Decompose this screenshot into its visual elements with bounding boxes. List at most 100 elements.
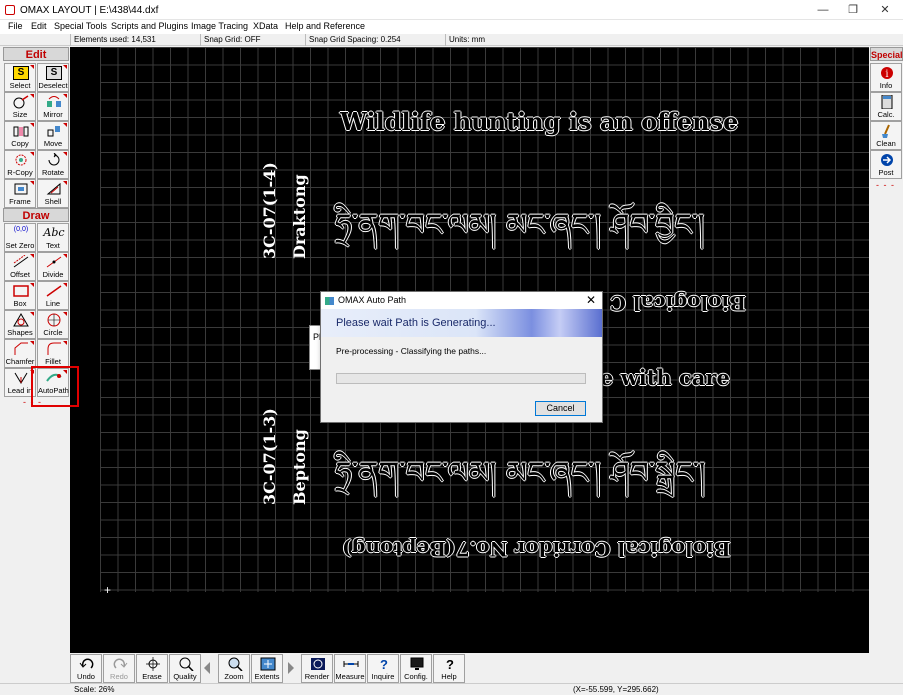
box-tool[interactable]: Box bbox=[4, 281, 36, 310]
bottom-status-bar: Scale: 26% (X=-55.599, Y=295.662) bbox=[0, 683, 903, 695]
mirror-icon bbox=[47, 96, 61, 107]
extents-icon bbox=[260, 657, 276, 671]
offset-tool[interactable]: Offset bbox=[4, 252, 36, 281]
tibetan-text-1: ཧྲི་ནག་བང་ལམ། མང་ཞང་། ཤོབ་བྱིང་། bbox=[335, 208, 705, 243]
tibetan-text-2: ཧྲི་ནག་བང་ལམ། མང་ཞང་། ཤོབ་སྒྲིང་། bbox=[335, 456, 706, 491]
quality-icon bbox=[179, 657, 194, 671]
shapes-tool[interactable]: Shapes bbox=[4, 310, 36, 339]
circle-icon bbox=[47, 313, 61, 327]
text-tool[interactable]: Abc Text bbox=[37, 223, 69, 252]
progress-bar bbox=[336, 373, 586, 384]
redo-button[interactable]: Redo bbox=[103, 654, 135, 683]
rotated-code-1: 3C-07(1-4) bbox=[260, 162, 279, 259]
menu-image-tracing[interactable]: Image Tracing bbox=[191, 21, 248, 31]
rotated-name-1: Draktong bbox=[290, 174, 309, 259]
info-bar: Elements used: 14,531 Snap Grid: OFF Sna… bbox=[0, 34, 903, 46]
calc-tool[interactable]: Calc. bbox=[870, 92, 902, 121]
config-button[interactable]: Config. bbox=[400, 654, 432, 683]
copy-tool[interactable]: Copy bbox=[4, 121, 36, 150]
progress-message: Pre-processing - Classifying the paths..… bbox=[336, 346, 487, 356]
mirrored-text-2: Biological Corridor No.7(Beptong) bbox=[342, 537, 731, 561]
frame-tool[interactable]: Frame bbox=[4, 179, 36, 208]
size-tool[interactable]: Size bbox=[4, 92, 36, 121]
bottom-toolbar: Undo Redo Erase Quality Zoom Extents Ren… bbox=[70, 654, 470, 683]
copy-icon bbox=[13, 126, 29, 137]
line-tool[interactable]: Line bbox=[37, 281, 69, 310]
menu-special-tools[interactable]: Special Tools bbox=[54, 21, 107, 31]
shapes-icon bbox=[13, 313, 29, 327]
rotate-icon bbox=[48, 153, 60, 166]
cursor-coordinates: (X=-55.599, Y=295.662) bbox=[573, 685, 659, 694]
info-tool[interactable]: i Info bbox=[870, 63, 902, 92]
render-button[interactable]: Render bbox=[301, 654, 333, 683]
size-icon bbox=[13, 95, 29, 109]
set-zero-tool[interactable]: (0,0) Set Zero bbox=[4, 223, 36, 252]
menu-edit[interactable]: Edit bbox=[31, 21, 47, 31]
monitor-icon bbox=[410, 657, 424, 670]
mirror-tool[interactable]: Mirror bbox=[37, 92, 69, 121]
menu-file[interactable]: File bbox=[8, 21, 23, 31]
undo-icon bbox=[79, 658, 94, 669]
erase-icon bbox=[146, 657, 160, 671]
shell-icon bbox=[46, 182, 61, 195]
chamfer-icon bbox=[14, 342, 28, 355]
erase-button[interactable]: Erase bbox=[136, 654, 168, 683]
dialog-close-icon[interactable]: ✕ bbox=[586, 293, 596, 307]
origin-crosshair: + bbox=[104, 583, 112, 597]
rotate-copy-icon bbox=[15, 154, 27, 166]
info-icon: i bbox=[881, 67, 893, 80]
scroll-left-icon[interactable] bbox=[204, 662, 210, 674]
box-icon bbox=[13, 285, 29, 297]
help-button[interactable]: ? Help bbox=[433, 654, 465, 683]
close-icon[interactable]: ✕ bbox=[870, 2, 900, 18]
set-zero-icon: (0,0) bbox=[13, 226, 29, 233]
rotated-name-2: Beptong bbox=[290, 429, 309, 505]
post-tool[interactable]: Post bbox=[870, 150, 902, 179]
auto-path-dialog: OMAX Auto Path ✕ Please wait Path is Gen… bbox=[320, 291, 603, 423]
window-title: OMAX LAYOUT | E:\438\44.dxf bbox=[20, 5, 159, 16]
scroll-right-icon[interactable] bbox=[288, 662, 294, 674]
more-special-indicator[interactable]: - - - bbox=[876, 180, 895, 190]
undo-button[interactable]: Undo bbox=[70, 654, 102, 683]
divide-tool[interactable]: Divide bbox=[37, 252, 69, 281]
minimize-icon[interactable]: — bbox=[808, 2, 838, 18]
measure-icon bbox=[343, 661, 359, 667]
special-panel: Special i Info Calc. Clean Post - - - bbox=[870, 47, 903, 197]
title-bar: OMAX LAYOUT | E:\438\44.dxf — ❐ ✕ bbox=[0, 0, 903, 20]
redo-icon bbox=[113, 658, 128, 669]
cancel-button[interactable]: Cancel bbox=[535, 401, 586, 416]
offset-icon bbox=[13, 255, 29, 268]
lead-in-icon bbox=[14, 372, 28, 384]
menu-help-reference[interactable]: Help and Reference bbox=[285, 21, 365, 31]
calculator-icon bbox=[881, 95, 893, 109]
chamfer-tool[interactable]: Chamfer bbox=[4, 339, 36, 368]
extents-button[interactable]: Extents bbox=[251, 654, 283, 683]
dialog-title: OMAX Auto Path bbox=[338, 295, 407, 305]
inquire-button[interactable]: ? Inquire bbox=[367, 654, 399, 683]
banner-text: Please wait Path is Generating... bbox=[336, 317, 496, 329]
circle-tool[interactable]: Circle bbox=[37, 310, 69, 339]
fillet-tool[interactable]: Fillet bbox=[37, 339, 69, 368]
r-copy-tool[interactable]: R-Copy bbox=[4, 150, 36, 179]
select-tool[interactable]: S Select bbox=[4, 63, 36, 92]
clean-tool[interactable]: Clean bbox=[870, 121, 902, 150]
shell-tool[interactable]: Shell bbox=[37, 179, 69, 208]
clean-icon bbox=[882, 124, 890, 138]
menu-scripts-plugins[interactable]: Scripts and Plugins bbox=[111, 21, 188, 31]
svg-text:i: i bbox=[885, 69, 888, 80]
question-icon: ? bbox=[380, 657, 388, 672]
move-tool[interactable]: Move bbox=[37, 121, 69, 150]
measure-button[interactable]: Measure bbox=[334, 654, 366, 683]
menu-bar: File Edit Special Tools Scripts and Plug… bbox=[0, 20, 903, 34]
menu-xdata[interactable]: XData bbox=[253, 21, 278, 31]
quality-button[interactable]: Quality bbox=[169, 654, 201, 683]
mirrored-text-1: Biological C bbox=[610, 291, 746, 315]
divide-icon bbox=[46, 256, 62, 268]
zoom-button[interactable]: Zoom bbox=[218, 654, 250, 683]
deselect-tool[interactable]: S Deselect bbox=[37, 63, 69, 92]
restore-icon[interactable]: ❐ bbox=[838, 2, 868, 18]
elements-used: Elements used: 14,531 bbox=[74, 35, 156, 44]
rotate-tool[interactable]: Rotate bbox=[37, 150, 69, 179]
units-label: Units: mm bbox=[449, 35, 485, 44]
engraving-line-1: Wildlife hunting is an offense bbox=[340, 107, 739, 136]
